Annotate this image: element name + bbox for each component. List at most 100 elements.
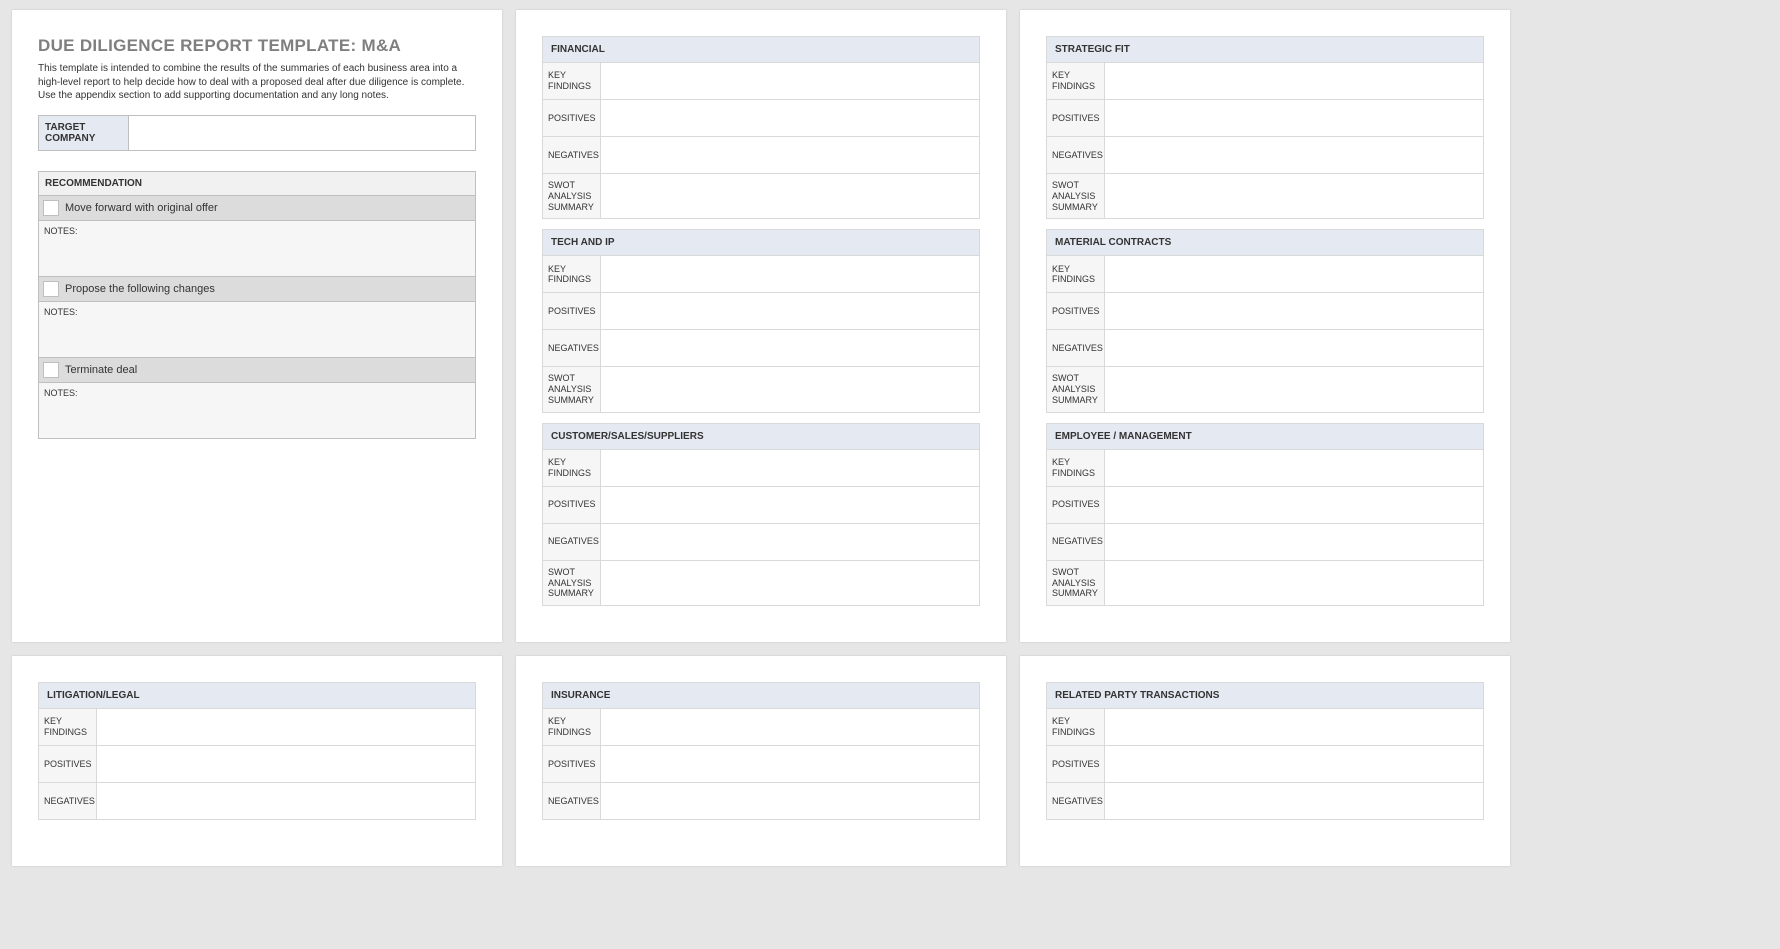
row-value[interactable]: [1105, 709, 1483, 745]
recommendation-box: RECOMMENDATION Move forward with origina…: [38, 171, 476, 439]
row-value[interactable]: [1105, 367, 1483, 411]
row-label: NEGATIVES: [1047, 783, 1105, 819]
checkbox-icon[interactable]: [43, 362, 59, 378]
section-insurance: INSURANCE KEY FINDINGS POSITIVES NEGATIV…: [542, 682, 980, 820]
section-header: TECH AND IP: [543, 230, 979, 255]
row-label: NEGATIVES: [1047, 330, 1105, 366]
rec-notes-field[interactable]: NOTES:: [39, 383, 475, 438]
row-label: SWOT ANALYSIS SUMMARY: [543, 367, 601, 411]
section-header: CUSTOMER/SALES/SUPPLIERS: [543, 424, 979, 449]
row-label: SWOT ANALYSIS SUMMARY: [543, 174, 601, 218]
row-label: SWOT ANALYSIS SUMMARY: [1047, 174, 1105, 218]
row-label: NEGATIVES: [39, 783, 97, 819]
row-label: NEGATIVES: [1047, 137, 1105, 173]
section-financial: FINANCIAL KEY FINDINGS POSITIVES NEGATIV…: [542, 36, 980, 219]
intro-text: This template is intended to combine the…: [38, 62, 476, 103]
section-header: MATERIAL CONTRACTS: [1047, 230, 1483, 255]
section-header: FINANCIAL: [543, 37, 979, 62]
row-label: POSITIVES: [1047, 487, 1105, 523]
section-header: INSURANCE: [543, 683, 979, 708]
row-value[interactable]: [1105, 256, 1483, 292]
section-header: LITIGATION/LEGAL: [39, 683, 475, 708]
target-company-label: TARGET COMPANY: [39, 116, 129, 150]
row-label: KEY FINDINGS: [1047, 709, 1105, 745]
row-value[interactable]: [601, 330, 979, 366]
row-value[interactable]: [601, 746, 979, 782]
row-value[interactable]: [1105, 450, 1483, 486]
row-label: NEGATIVES: [543, 783, 601, 819]
row-value[interactable]: [601, 63, 979, 99]
section-related-party: RELATED PARTY TRANSACTIONS KEY FINDINGS …: [1046, 682, 1484, 820]
row-value[interactable]: [601, 174, 979, 218]
row-value[interactable]: [97, 783, 475, 819]
page-4: LITIGATION/LEGAL KEY FINDINGS POSITIVES …: [12, 656, 502, 866]
section-tech-ip: TECH AND IP KEY FINDINGS POSITIVES NEGAT…: [542, 229, 980, 412]
row-value[interactable]: [1105, 63, 1483, 99]
row-label: POSITIVES: [543, 293, 601, 329]
section-header: RELATED PARTY TRANSACTIONS: [1047, 683, 1483, 708]
row-label: KEY FINDINGS: [39, 709, 97, 745]
row-value[interactable]: [601, 137, 979, 173]
row-value[interactable]: [601, 561, 979, 605]
page-6: RELATED PARTY TRANSACTIONS KEY FINDINGS …: [1020, 656, 1510, 866]
row-value[interactable]: [1105, 487, 1483, 523]
row-label: NEGATIVES: [543, 330, 601, 366]
row-value[interactable]: [601, 100, 979, 136]
row-label: KEY FINDINGS: [543, 450, 601, 486]
row-label: SWOT ANALYSIS SUMMARY: [1047, 367, 1105, 411]
row-value[interactable]: [601, 293, 979, 329]
rec-option-terminate: Terminate deal: [39, 358, 475, 383]
row-label: POSITIVES: [1047, 293, 1105, 329]
row-value[interactable]: [1105, 561, 1483, 605]
page-5: INSURANCE KEY FINDINGS POSITIVES NEGATIV…: [516, 656, 1006, 866]
checkbox-icon[interactable]: [43, 200, 59, 216]
row-label: POSITIVES: [1047, 100, 1105, 136]
target-company-value[interactable]: [129, 116, 475, 150]
row-value[interactable]: [1105, 783, 1483, 819]
row-label: NEGATIVES: [1047, 524, 1105, 560]
section-litigation: LITIGATION/LEGAL KEY FINDINGS POSITIVES …: [38, 682, 476, 820]
rec-option-label: Terminate deal: [65, 364, 137, 376]
row-label: POSITIVES: [39, 746, 97, 782]
row-value[interactable]: [601, 256, 979, 292]
section-header: EMPLOYEE / MANAGEMENT: [1047, 424, 1483, 449]
row-value[interactable]: [1105, 137, 1483, 173]
row-value[interactable]: [601, 367, 979, 411]
row-label: SWOT ANALYSIS SUMMARY: [543, 561, 601, 605]
page-1: DUE DILIGENCE REPORT TEMPLATE: M&A This …: [12, 10, 502, 642]
row-value[interactable]: [601, 709, 979, 745]
row-value[interactable]: [601, 450, 979, 486]
row-value[interactable]: [1105, 330, 1483, 366]
row-label: KEY FINDINGS: [1047, 450, 1105, 486]
rec-option-label: Propose the following changes: [65, 283, 215, 295]
rec-option-changes: Propose the following changes: [39, 277, 475, 302]
row-label: POSITIVES: [543, 100, 601, 136]
row-value[interactable]: [601, 524, 979, 560]
rec-notes-field[interactable]: NOTES:: [39, 302, 475, 358]
rec-option-label: Move forward with original offer: [65, 202, 218, 214]
row-value[interactable]: [1105, 293, 1483, 329]
row-value[interactable]: [1105, 524, 1483, 560]
row-value[interactable]: [601, 783, 979, 819]
row-value[interactable]: [1105, 746, 1483, 782]
section-employee-mgmt: EMPLOYEE / MANAGEMENT KEY FINDINGS POSIT…: [1046, 423, 1484, 606]
recommendation-header: RECOMMENDATION: [39, 172, 475, 196]
row-value[interactable]: [1105, 100, 1483, 136]
row-value[interactable]: [97, 709, 475, 745]
row-label: KEY FINDINGS: [543, 63, 601, 99]
checkbox-icon[interactable]: [43, 281, 59, 297]
rec-notes-field[interactable]: NOTES:: [39, 221, 475, 277]
document-pages: DUE DILIGENCE REPORT TEMPLATE: M&A This …: [12, 10, 1768, 866]
row-value[interactable]: [97, 746, 475, 782]
section-material-contracts: MATERIAL CONTRACTS KEY FINDINGS POSITIVE…: [1046, 229, 1484, 412]
target-company-field: TARGET COMPANY: [38, 115, 476, 151]
row-value[interactable]: [1105, 174, 1483, 218]
report-title: DUE DILIGENCE REPORT TEMPLATE: M&A: [38, 36, 476, 56]
row-value[interactable]: [601, 487, 979, 523]
section-customer-sales: CUSTOMER/SALES/SUPPLIERS KEY FINDINGS PO…: [542, 423, 980, 606]
page-2: FINANCIAL KEY FINDINGS POSITIVES NEGATIV…: [516, 10, 1006, 642]
row-label: NEGATIVES: [543, 524, 601, 560]
row-label: POSITIVES: [1047, 746, 1105, 782]
row-label: NEGATIVES: [543, 137, 601, 173]
section-header: STRATEGIC FIT: [1047, 37, 1483, 62]
